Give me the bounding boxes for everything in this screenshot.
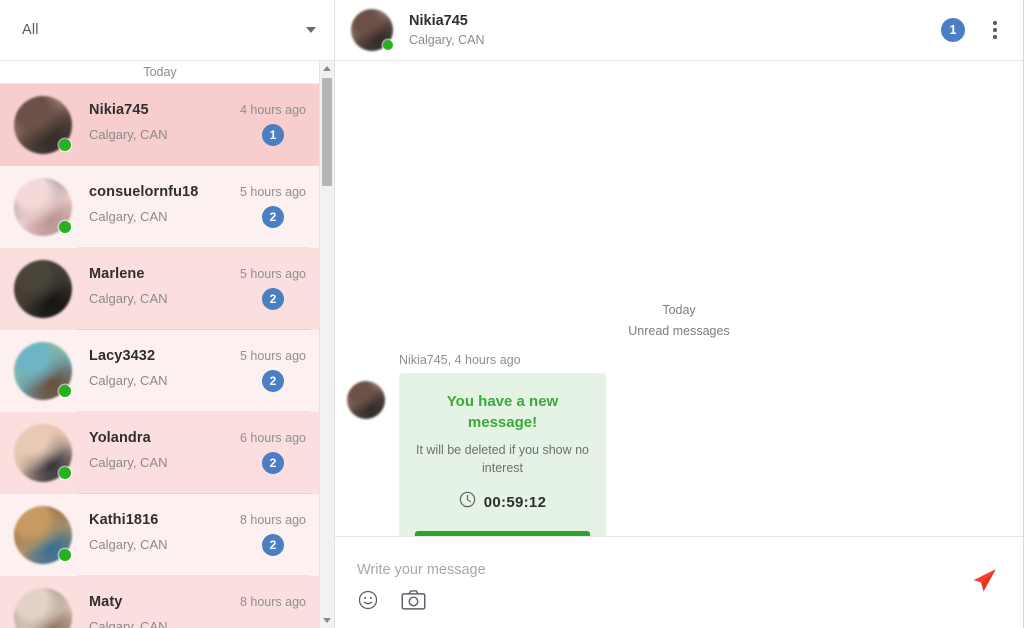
- message-block: Nikia745, 4 hours ago You have a new mes…: [347, 353, 606, 536]
- online-status-indicator: [59, 549, 71, 561]
- online-status-indicator: [59, 139, 71, 151]
- conversation-item-location: Calgary, CAN: [89, 291, 168, 306]
- conversation-item-location: Calgary, CAN: [89, 619, 168, 628]
- message-meta: Nikia745, 4 hours ago: [399, 353, 521, 367]
- unread-count-badge[interactable]: 1: [941, 18, 965, 42]
- conversation-item-name: Kathi1816: [89, 512, 159, 528]
- camera-icon[interactable]: [401, 589, 426, 616]
- conversation-item-name: Nikia745: [89, 102, 149, 118]
- conversation-item-timestamp: 8 hours ago: [239, 595, 306, 609]
- conversation-list-scrollbar[interactable]: [319, 61, 334, 628]
- conversation-item-info: Yolandra Calgary, CAN 6 hours ago 2: [89, 424, 306, 482]
- countdown-value: 00:59:12: [483, 493, 547, 511]
- chevron-down-icon: [306, 27, 316, 33]
- chat-header: Nikia745 Calgary, CAN 1: [335, 0, 1023, 61]
- conversation-item-name: Marlene: [89, 266, 145, 282]
- conversation-item-timestamp: 8 hours ago: [239, 513, 306, 527]
- conversation-item-info: Nikia745 Calgary, CAN 4 hours ago 1: [89, 96, 306, 154]
- avatar: [14, 178, 72, 236]
- chat-header-info: Nikia745 Calgary, CAN: [409, 12, 484, 49]
- avatar: [14, 588, 72, 628]
- message-thread: Today Unread messages Nikia745, 4 hours …: [335, 61, 1023, 536]
- avatar: [14, 506, 72, 564]
- avatar: [14, 424, 72, 482]
- avatar: [14, 342, 72, 400]
- countdown-timer: 00:59:12: [415, 491, 590, 513]
- unread-messages-label: Unread messages: [628, 324, 730, 338]
- message-composer: Write your message: [335, 536, 1023, 628]
- conversation-item[interactable]: Nikia745 Calgary, CAN 4 hours ago 1: [0, 84, 320, 166]
- avatar[interactable]: [347, 381, 385, 419]
- conversation-item-location: Calgary, CAN: [89, 455, 168, 470]
- scrollbar-thumb[interactable]: [322, 78, 332, 186]
- conversation-item-name: consuelornfu18: [89, 184, 199, 200]
- composer-tools: [357, 589, 426, 616]
- chat-application: All Today Nikia745 Calgary, CAN 4 hours ag…: [0, 0, 1024, 628]
- conversation-item-name: Lacy3432: [89, 348, 156, 364]
- conversation-item-location: Calgary, CAN: [89, 209, 168, 224]
- day-divider: Today: [0, 61, 320, 84]
- chat-partner-location: Calgary, CAN: [409, 32, 485, 47]
- unread-count-badge: 1: [262, 124, 284, 146]
- conversation-item-name: Yolandra: [89, 430, 151, 446]
- scroll-up-arrow-icon[interactable]: [320, 61, 334, 76]
- conversation-item-timestamp: 5 hours ago: [239, 185, 306, 199]
- conversation-item-timestamp: 5 hours ago: [239, 267, 306, 281]
- avatar[interactable]: [351, 9, 393, 51]
- conversation-item[interactable]: Maty Calgary, CAN 8 hours ago: [0, 576, 320, 628]
- thread-system-labels: Today Unread messages: [335, 300, 1023, 342]
- conversation-item-timestamp: 5 hours ago: [239, 349, 306, 363]
- conversation-item-location: Calgary, CAN: [89, 537, 168, 552]
- unread-count-badge: 2: [262, 452, 284, 474]
- bubble-subtitle: It will be deleted if you show no intere…: [415, 443, 590, 475]
- chat-panel: Nikia745 Calgary, CAN 1 Today Unread mes…: [335, 0, 1023, 628]
- avatar: [14, 96, 72, 154]
- locked-message-bubble: You have a new message! It will be delet…: [399, 373, 606, 536]
- chat-partner-name: Nikia745: [409, 12, 468, 29]
- conversation-item-info: Maty Calgary, CAN 8 hours ago: [89, 588, 306, 628]
- conversation-item[interactable]: Kathi1816 Calgary, CAN 8 hours ago 2: [0, 494, 320, 576]
- online-status-indicator: [59, 467, 71, 479]
- send-paper-plane-icon[interactable]: [969, 566, 999, 601]
- unread-count-badge: 2: [262, 288, 284, 310]
- conversation-item-info: Lacy3432 Calgary, CAN 5 hours ago 2: [89, 342, 306, 400]
- conversation-item[interactable]: Marlene Calgary, CAN 5 hours ago 2: [0, 248, 320, 330]
- message-input[interactable]: Write your message: [357, 562, 486, 578]
- unread-count-badge: 2: [262, 206, 284, 228]
- conversation-list: Today Nikia745 Calgary, CAN 4 hours ago 1 co…: [0, 61, 320, 628]
- bubble-title: You have a new message!: [446, 393, 559, 431]
- conversation-item-name: Maty: [89, 594, 123, 610]
- conversation-item-location: Calgary, CAN: [89, 373, 168, 388]
- conversation-item-timestamp: 4 hours ago: [239, 103, 306, 117]
- filter-selected-value: All: [22, 22, 39, 38]
- conversation-item-info: Kathi1816 Calgary, CAN 8 hours ago 2: [89, 506, 306, 564]
- avatar: [14, 260, 72, 318]
- online-status-indicator: [59, 221, 71, 233]
- conversation-item-info: consuelornfu18 Calgary, CAN 5 hours ago 2: [89, 178, 306, 236]
- conversation-list-container: Today Nikia745 Calgary, CAN 4 hours ago 1 co…: [0, 61, 334, 628]
- clock-icon: [459, 491, 476, 513]
- conversation-item[interactable]: Yolandra Calgary, CAN 6 hours ago 2: [0, 412, 320, 494]
- chat-header-actions: 1: [941, 18, 1005, 42]
- conversation-item[interactable]: Lacy3432 Calgary, CAN 5 hours ago 2: [0, 330, 320, 412]
- conversation-sidebar: All Today Nikia745 Calgary, CAN 4 hours ag…: [0, 0, 335, 628]
- smiley-face-icon[interactable]: [357, 589, 379, 616]
- unread-count-badge: 2: [262, 370, 284, 392]
- online-status-indicator: [59, 385, 71, 397]
- conversation-item-timestamp: 6 hours ago: [239, 431, 306, 445]
- unread-count-badge: 2: [262, 534, 284, 556]
- conversation-item-info: Marlene Calgary, CAN 5 hours ago 2: [89, 260, 306, 318]
- conversation-filter-dropdown[interactable]: All: [0, 0, 334, 61]
- thread-day-label: Today: [662, 303, 696, 317]
- kebab-menu-icon[interactable]: [985, 19, 1005, 41]
- conversation-item[interactable]: consuelornfu18 Calgary, CAN 5 hours ago 2: [0, 166, 320, 248]
- scroll-down-arrow-icon[interactable]: [320, 613, 334, 628]
- conversation-item-location: Calgary, CAN: [89, 127, 168, 142]
- online-status-indicator: [383, 40, 393, 50]
